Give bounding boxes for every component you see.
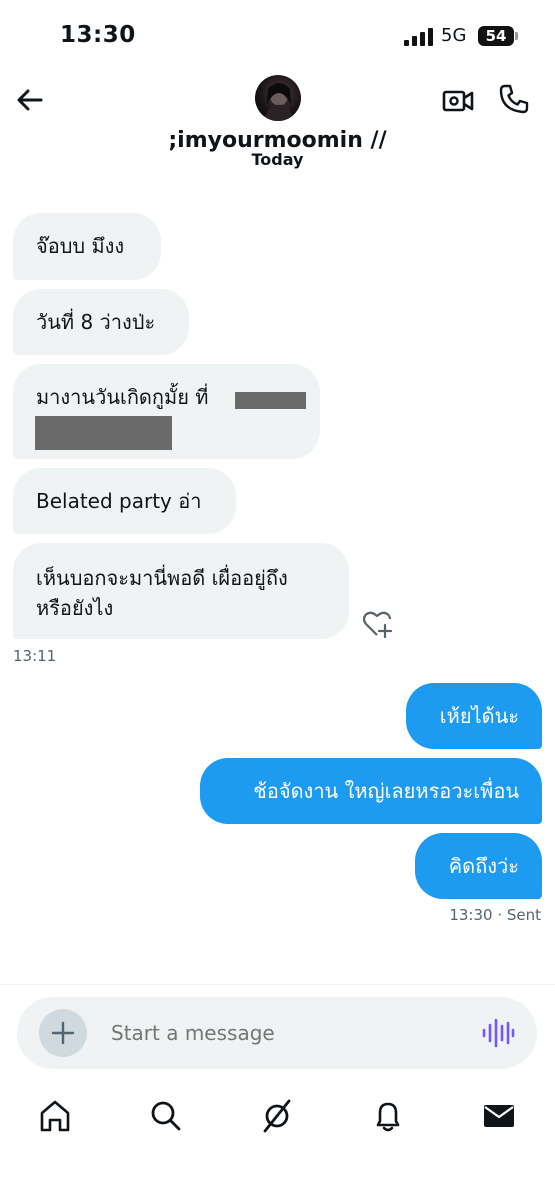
network-type: 5G	[441, 25, 467, 46]
bottom-navigation	[0, 1088, 555, 1148]
signal-icon	[404, 28, 433, 46]
add-reaction-icon[interactable]	[360, 607, 394, 641]
grok-icon[interactable]	[259, 1098, 295, 1134]
incoming-message[interactable]: จ๊อบบ มึงง	[13, 213, 161, 280]
message-composer	[17, 997, 537, 1069]
incoming-message[interactable]: มางานวันเกิดกูมั้ย ที่	[13, 364, 320, 459]
contact-name[interactable]: ;imyourmoomin //	[0, 128, 555, 153]
incoming-message[interactable]: เห็นบอกจะมานี่พอดี เผื่ออยู่ถึง หรือยังไ…	[13, 543, 349, 639]
mail-icon[interactable]	[481, 1098, 517, 1134]
conversation-header: ;imyourmoomin //	[0, 70, 555, 160]
message-input[interactable]	[111, 1019, 451, 1047]
search-icon[interactable]	[148, 1098, 184, 1134]
incoming-message[interactable]: Belated party อ่า	[13, 468, 236, 534]
avatar[interactable]	[255, 75, 301, 121]
battery-tip	[515, 32, 518, 40]
outgoing-message[interactable]: คิดถึงว่ะ	[415, 833, 542, 899]
message-text: จ๊อบบ มึงง	[36, 234, 125, 258]
message-text: ช้อจัดงาน ใหญ่เลยหรอวะเพื่อน	[253, 779, 519, 803]
message-text-line: เห็นบอกจะมานี่พอดี เผื่ออยู่ถึง	[36, 566, 288, 590]
bell-icon[interactable]	[370, 1098, 406, 1134]
phone-icon[interactable]	[497, 82, 531, 116]
message-text: มางานวันเกิดกูมั้ย ที่	[36, 385, 209, 409]
outgoing-message[interactable]: เห้ยได้นะ	[406, 683, 542, 749]
avatar-image	[265, 83, 293, 121]
message-text: Belated party อ่า	[36, 489, 202, 513]
redacted-location	[35, 416, 172, 450]
incoming-timestamp: 13:11	[13, 647, 57, 665]
video-call-icon[interactable]	[441, 84, 475, 118]
sent-status: 13:30 · Sent	[449, 906, 541, 924]
add-media-button[interactable]	[39, 1009, 87, 1057]
message-text: เห้ยได้นะ	[439, 704, 519, 728]
battery-indicator: 54	[478, 26, 514, 46]
redacted-location	[235, 392, 306, 409]
back-arrow-icon[interactable]	[14, 84, 46, 116]
status-bar: 13:30 5G 54	[0, 0, 555, 70]
message-text: คิดถึงว่ะ	[448, 854, 519, 878]
status-time: 13:30	[60, 22, 136, 48]
outgoing-message[interactable]: ช้อจัดงาน ใหญ่เลยหรอวะเพื่อน	[200, 758, 542, 824]
plus-icon	[51, 1021, 75, 1045]
home-icon[interactable]	[37, 1098, 73, 1134]
message-text: วันที่ 8 ว่างป่ะ	[36, 310, 156, 334]
composer-divider	[0, 984, 555, 986]
incoming-message[interactable]: วันที่ 8 ว่างป่ะ	[13, 289, 189, 355]
message-text-line: หรือยังไง	[36, 596, 114, 620]
date-separator: Today	[251, 153, 304, 169]
voice-waveform-icon[interactable]	[481, 1017, 515, 1049]
